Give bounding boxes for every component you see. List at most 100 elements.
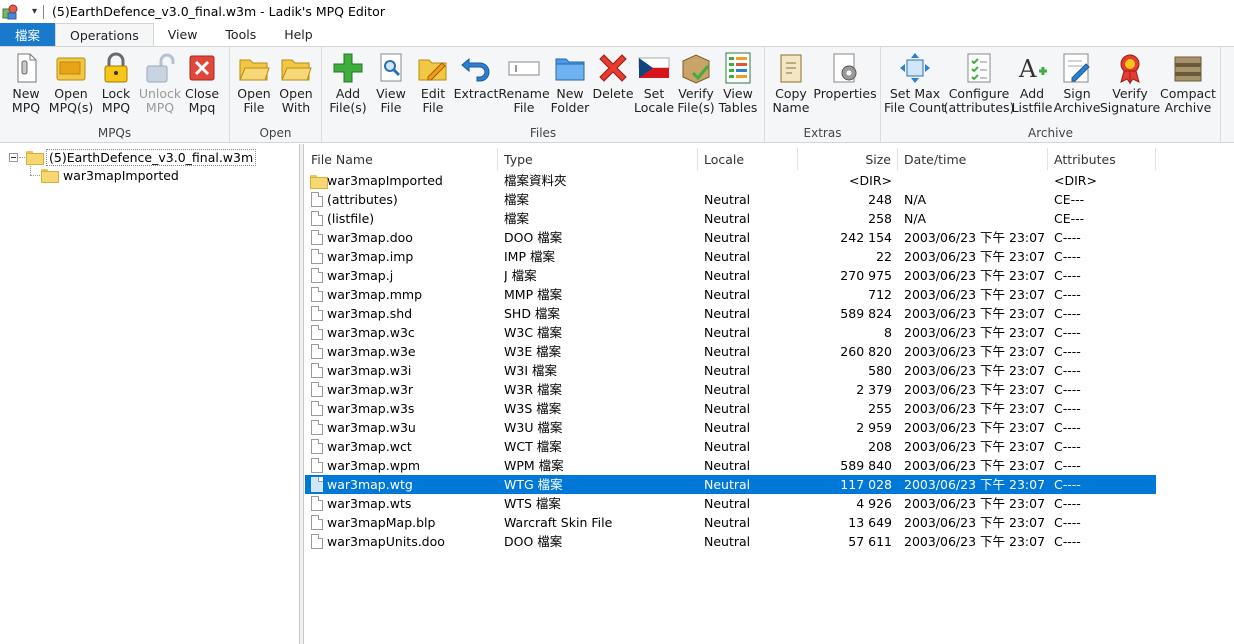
table-row[interactable]: war3map.w3e W3E 檔案 Neutral 260 820 2003/06/2… — [305, 342, 1156, 361]
table-row[interactable]: war3map.j J 檔案 Neutral 270 975 2003/06/23 下午… — [305, 266, 1156, 285]
table-row[interactable]: war3map.shd SHD 檔案 Neutral 589 824 2003/06/2… — [305, 304, 1156, 323]
archive-tree[interactable]: (5)EarthDefence_v3.0_final.w3m war3mapIm… — [0, 144, 300, 644]
configure-attributes-button[interactable]: Configure (attributes) — [944, 51, 1014, 125]
cell-name: war3map.wts — [327, 496, 412, 511]
table-row[interactable]: (listfile) 檔案 Neutral 258 N/A CE--- — [305, 209, 1156, 228]
group-label-mpqs: MPQs — [97, 126, 132, 140]
cell-name: war3map.wct — [327, 439, 412, 454]
table-row[interactable]: war3mapMap.blp Warcraft Skin File Neutral 1… — [305, 513, 1156, 532]
cell-name: (attributes) — [327, 192, 398, 207]
table-row[interactable]: war3map.wtg WTG 檔案 Neutral 117 028 2003/06/2… — [305, 475, 1156, 494]
tab-file[interactable]: 檔案 — [0, 23, 56, 46]
cell-attributes: C---- — [1054, 534, 1081, 549]
close-mpq-button[interactable]: Close Mpq — [183, 51, 221, 125]
cell-name: war3map.w3c — [327, 325, 415, 340]
cell-attributes: CE--- — [1054, 192, 1085, 207]
table-row[interactable]: war3map.w3s W3S 檔案 Neutral 255 2003/06/23 下午… — [305, 399, 1156, 418]
group-extras: Copy Name Properties Extras — [765, 47, 881, 143]
compact-archive-button[interactable]: Compact Archive — [1160, 51, 1216, 125]
tab-tools[interactable]: Tools — [211, 23, 270, 46]
cell-name: war3map.imp — [327, 249, 414, 264]
new-mpq-button[interactable]: New MPQ — [6, 51, 46, 125]
cell-locale: Neutral — [704, 382, 751, 397]
quick-access-dropdown[interactable]: ▾ — [32, 6, 37, 17]
sign-archive-button[interactable]: Sign Archive — [1054, 51, 1100, 125]
rename-file-button[interactable]: Rename File — [498, 51, 550, 125]
group-label-files: Files — [529, 126, 557, 140]
cell-datetime: 2003/06/23 下午 23:07 — [904, 458, 1046, 473]
cell-type: WTG 檔案 — [504, 477, 563, 492]
set-locale-button[interactable]: Set Locale — [634, 51, 674, 125]
view-tables-button[interactable]: View Tables — [718, 51, 758, 125]
add-files-button[interactable]: Add File(s) — [328, 51, 368, 125]
cell-type: W3U 檔案 — [504, 420, 563, 435]
tree-item-root[interactable]: (5)EarthDefence_v3.0_final.w3m — [9, 148, 257, 166]
title-bar: ▾ (5)EarthDefence_v3.0_final.w3m - Ladik… — [0, 0, 1234, 23]
table-row[interactable]: war3map.wts WTS 檔案 Neutral 4 926 2003/06/23 … — [305, 494, 1156, 513]
column-header-datetime[interactable]: Date/time — [898, 148, 1048, 170]
cell-locale: Neutral — [704, 211, 751, 226]
verify-signature-button[interactable]: Verify Signature — [1100, 51, 1160, 125]
delete-button[interactable]: Delete — [592, 51, 634, 125]
table-row[interactable]: (attributes) 檔案 Neutral 248 N/A CE--- — [305, 190, 1156, 209]
table-row[interactable]: war3map.doo DOO 檔案 Neutral 242 154 2003/06/2… — [305, 228, 1156, 247]
new-folder-button[interactable]: New Folder — [550, 51, 590, 125]
cell-attributes: C---- — [1054, 230, 1081, 245]
cell-type: 檔案 — [504, 211, 530, 226]
tab-operations[interactable]: Operations — [55, 23, 154, 46]
set-max-file-count-button[interactable]: Set Max File Count — [884, 51, 946, 125]
edit-file-button[interactable]: Edit File — [414, 51, 452, 125]
table-row[interactable]: war3map.wpm WPM 檔案 Neutral 589 840 2003/06/2… — [305, 456, 1156, 475]
cell-type: W3E 檔案 — [504, 344, 562, 359]
table-row[interactable]: war3mapUnits.doo DOO 檔案 Neutral 57 611 2003/… — [305, 532, 1156, 551]
file-list[interactable]: File Name Type Locale Size Date/time Att… — [305, 144, 1234, 644]
extract-button[interactable]: Extract — [454, 51, 498, 125]
cell-name: war3mapUnits.doo — [327, 534, 445, 549]
unlock-mpq-button[interactable]: Unlock MPQ — [137, 51, 183, 125]
cell-size: 57 611 — [848, 534, 892, 549]
column-header-attributes[interactable]: Attributes — [1048, 148, 1156, 170]
tree-item-war3mapimported[interactable]: war3mapImported — [41, 166, 179, 184]
tab-help[interactable]: Help — [270, 23, 327, 46]
lock-mpq-button[interactable]: Lock MPQ — [96, 51, 136, 125]
table-row[interactable]: war3map.imp IMP 檔案 Neutral 22 2003/06/23 下午 … — [305, 247, 1156, 266]
properties-button[interactable]: Properties — [813, 51, 877, 125]
folder-open-icon — [26, 151, 44, 165]
undo-arrow-icon — [459, 51, 493, 85]
app-icon[interactable] — [2, 4, 18, 20]
cell-datetime: 2003/06/23 下午 23:07 — [904, 344, 1046, 359]
open-file-button[interactable]: Open File — [234, 51, 274, 125]
cell-locale: Neutral — [704, 496, 751, 511]
column-header-file-name[interactable]: File Name — [305, 148, 498, 170]
table-row[interactable]: war3map.mmp MMP 檔案 Neutral 712 2003/06/23 下午… — [305, 285, 1156, 304]
pane-splitter[interactable] — [300, 144, 304, 644]
blue-folder-icon — [553, 51, 587, 85]
expand-arrows-icon — [898, 51, 932, 85]
table-row[interactable]: war3map.wct WCT 檔案 Neutral 208 2003/06/23 下午… — [305, 437, 1156, 456]
verify-files-button[interactable]: Verify File(s) — [676, 51, 716, 125]
open-mpq-button[interactable]: Open MPQ(s) — [48, 51, 94, 125]
table-row[interactable]: war3map.w3c W3C 檔案 Neutral 8 2003/06/23 下午 2… — [305, 323, 1156, 342]
file-icon — [311, 230, 323, 245]
folder-icon — [41, 169, 59, 183]
tree-item-label: (5)EarthDefence_v3.0_final.w3m — [46, 148, 257, 166]
column-header-size[interactable]: Size — [798, 148, 898, 170]
add-listfile-button[interactable]: A Add Listfile — [1012, 51, 1053, 125]
collapse-icon[interactable] — [9, 152, 18, 162]
file-icon — [311, 344, 323, 359]
table-row[interactable]: war3map.w3i W3I 檔案 Neutral 580 2003/06/23 下午… — [305, 361, 1156, 380]
properties-gear-icon — [828, 51, 862, 85]
view-file-button[interactable]: View File — [372, 51, 410, 125]
table-row[interactable]: war3map.w3u W3U 檔案 Neutral 2 959 2003/06/23 … — [305, 418, 1156, 437]
open-with-button[interactable]: Open With — [276, 51, 316, 125]
column-header-type[interactable]: Type — [498, 148, 698, 170]
tab-view[interactable]: View — [154, 23, 212, 46]
copy-name-button[interactable]: Copy Name — [771, 51, 811, 125]
table-icon — [721, 51, 755, 85]
column-header-locale[interactable]: Locale — [698, 148, 798, 170]
table-row[interactable]: war3mapImported 檔案資料夾 <DIR> <DIR> — [305, 171, 1156, 190]
cell-locale: Neutral — [704, 287, 751, 302]
table-row[interactable]: war3map.w3r W3R 檔案 Neutral 2 379 2003/06/23 … — [305, 380, 1156, 399]
cell-name: (listfile) — [327, 211, 375, 226]
cell-locale: Neutral — [704, 534, 751, 549]
